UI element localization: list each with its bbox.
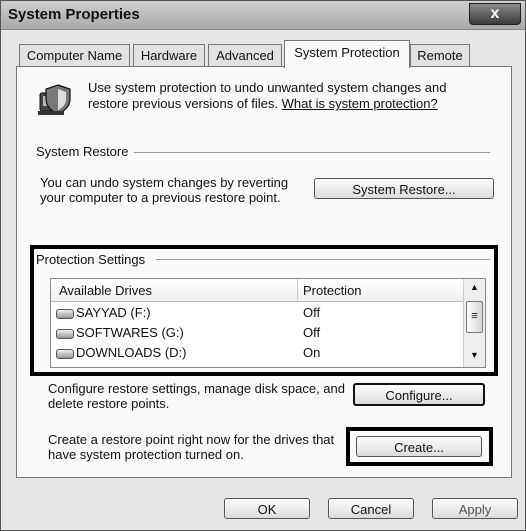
system-restore-button[interactable]: System Restore... bbox=[314, 178, 494, 199]
configure-description: Configure restore settings, manage disk … bbox=[48, 381, 346, 411]
intro-description: Use system protection to undo unwanted s… bbox=[88, 80, 478, 112]
apply-button[interactable]: Apply bbox=[432, 498, 518, 519]
system-restore-divider bbox=[134, 152, 490, 153]
title-bar[interactable]: System Properties x bbox=[1, 1, 525, 30]
tab-hardware[interactable]: Hardware bbox=[133, 44, 205, 67]
protection-settings-highlight bbox=[30, 245, 498, 376]
window-title: System Properties bbox=[8, 6, 140, 23]
configure-button[interactable]: Configure... bbox=[353, 383, 485, 406]
tab-system-protection[interactable]: System Protection bbox=[284, 40, 410, 68]
system-restore-heading: System Restore bbox=[36, 144, 135, 159]
cancel-button[interactable]: Cancel bbox=[328, 498, 414, 519]
tab-advanced[interactable]: Advanced bbox=[208, 44, 282, 67]
create-highlight bbox=[346, 427, 493, 466]
ok-button[interactable]: OK bbox=[224, 498, 310, 519]
shield-icon bbox=[38, 84, 71, 115]
system-restore-description: You can undo system changes by reverting… bbox=[40, 175, 289, 205]
what-is-system-protection-link[interactable]: What is system protection? bbox=[282, 96, 438, 111]
tab-remote[interactable]: Remote bbox=[410, 44, 470, 67]
create-description: Create a restore point right now for the… bbox=[48, 432, 335, 462]
close-button[interactable]: x bbox=[469, 3, 521, 25]
tab-computer-name[interactable]: Computer Name bbox=[19, 44, 130, 67]
